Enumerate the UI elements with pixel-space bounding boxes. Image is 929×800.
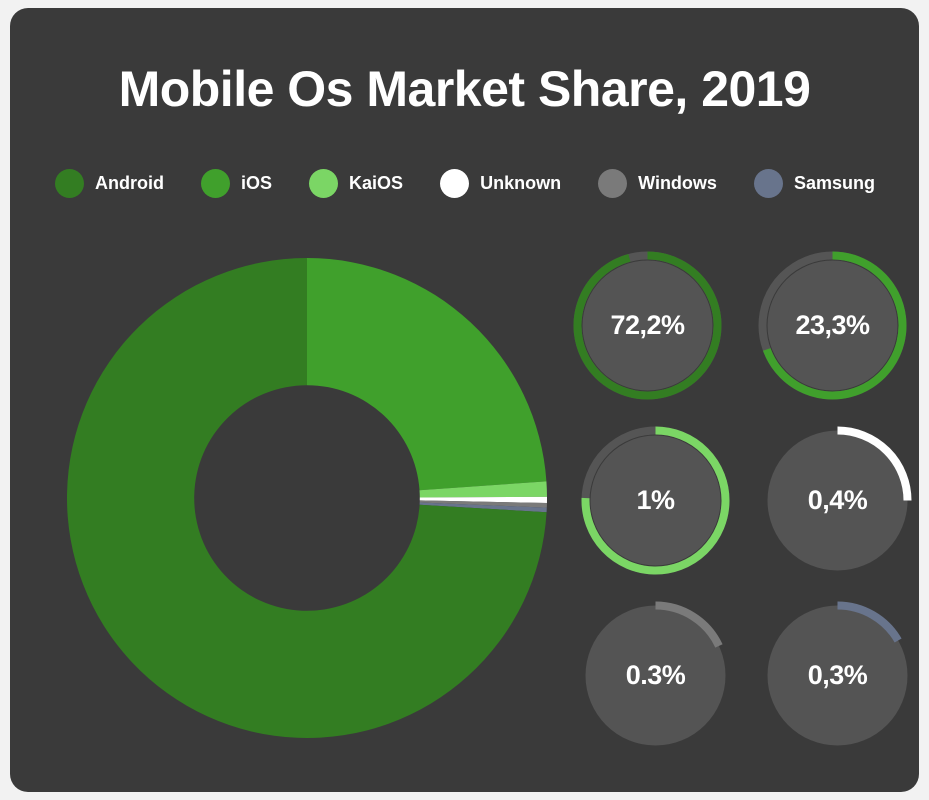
page-title: Mobile Os Market Share, 2019 <box>118 61 811 117</box>
legend-item-label: Samsung <box>793 172 875 193</box>
legend-item-unknown[interactable]: Unknown <box>440 168 562 198</box>
donut-slice-ios[interactable] <box>307 258 547 491</box>
legend-swatch-icon <box>55 168 84 198</box>
legend-item-android[interactable]: Android <box>55 168 164 198</box>
chart-legend: Android iOS KaiOS Unknown Windows Samsung <box>55 163 875 203</box>
legend-item-label: iOS <box>241 172 273 193</box>
legend-item-ios[interactable]: iOS <box>201 168 273 198</box>
gauge-grid: 72,2% 23,3% 1% 0,4% 0.3% 0,3% <box>570 248 915 768</box>
chart-card: Mobile Os Market Share, 2019 Android iOS K… <box>10 8 919 792</box>
legend-item-label: KaiOS <box>349 172 404 193</box>
gauge-value-label: 0.3% <box>625 660 686 690</box>
donut-chart <box>57 248 557 748</box>
legend-item-label: Android <box>95 172 164 193</box>
legend-item-kaios[interactable]: KaiOS <box>309 168 404 198</box>
legend-swatch-icon <box>753 168 783 198</box>
legend-swatch-icon <box>440 168 470 198</box>
gauge-value-label: 23,3% <box>795 310 870 340</box>
legend-item-samsung[interactable]: Samsung <box>753 168 875 198</box>
gauge-ios[interactable]: 23,3% <box>755 248 910 403</box>
gauge-value-label: 0,3% <box>807 660 868 690</box>
legend-swatch-icon <box>598 168 628 198</box>
gauge-unknown[interactable]: 0,4% <box>760 423 915 578</box>
gauge-value-label: 1% <box>636 485 675 515</box>
gauge-windows[interactable]: 0.3% <box>578 598 733 753</box>
legend-item-label: Unknown <box>480 172 562 193</box>
gauge-samsung[interactable]: 0,3% <box>760 598 915 753</box>
gauge-value-label: 0,4% <box>807 485 868 515</box>
gauge-android[interactable]: 72,2% <box>570 248 725 403</box>
legend-item-label: Windows <box>638 172 717 193</box>
legend-swatch-icon <box>309 168 339 198</box>
donut-chart-svg <box>67 258 547 738</box>
legend-item-windows[interactable]: Windows <box>598 168 717 198</box>
gauge-kaios[interactable]: 1% <box>578 423 733 578</box>
gauge-value-label: 72,2% <box>610 310 685 340</box>
legend-swatch-icon <box>201 168 231 198</box>
